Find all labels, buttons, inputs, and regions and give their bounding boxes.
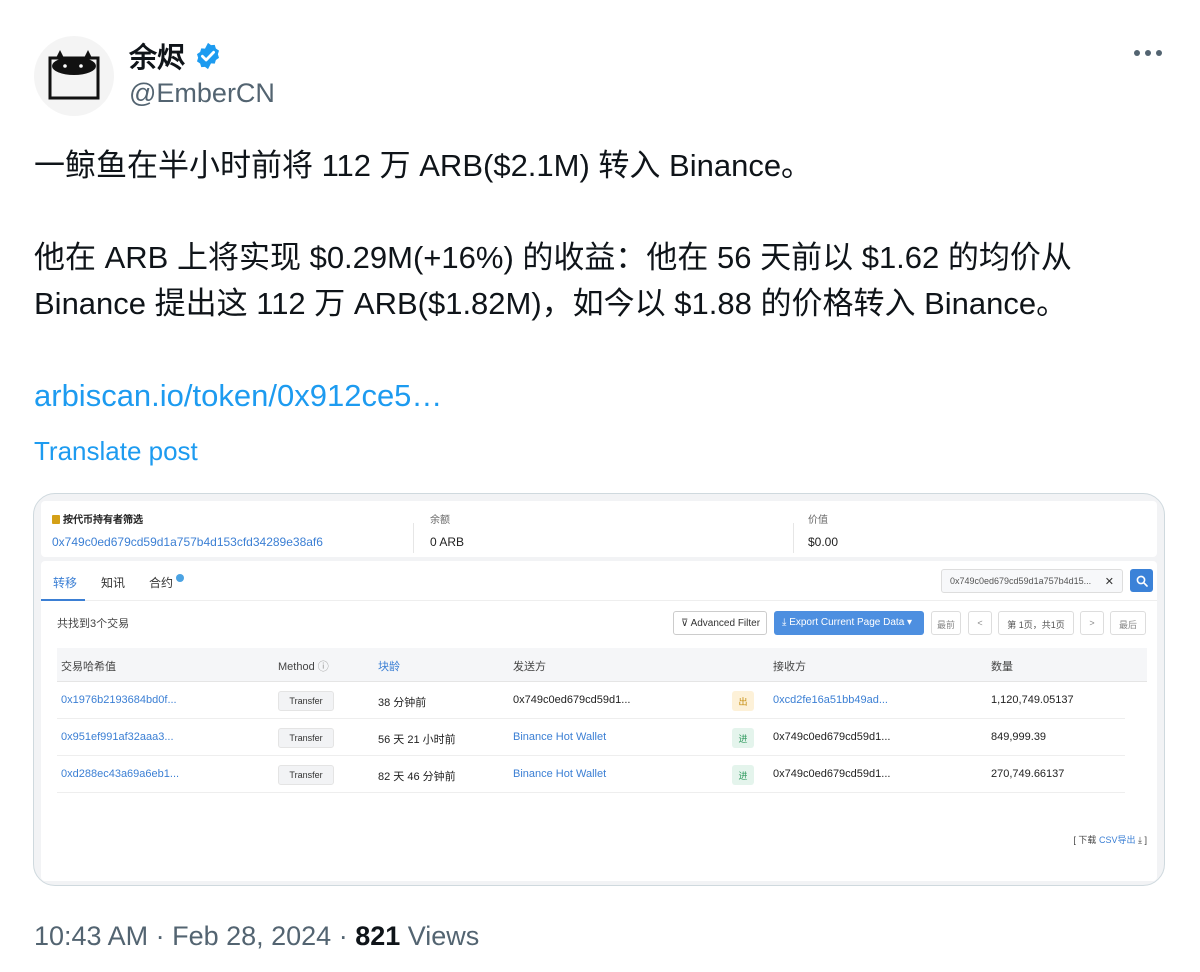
avatar[interactable] [34,36,114,116]
direction-badge: 进 [732,728,754,748]
holder-filter-bar: 按代币持有者筛选 0x749c0ed679cd59d1a757b4d153cfd… [41,501,1157,557]
next-page-button[interactable]: > [1080,611,1104,635]
direction-badge: 进 [732,765,754,785]
balance-column: 余额 0 ARB [430,511,464,549]
tx-hash[interactable]: 0xd288ec43a69a6eb1... [61,768,179,780]
tab-info[interactable]: 知讯 [101,574,125,591]
more-options-icon[interactable] [1134,50,1162,56]
cat-logo-icon [48,50,100,100]
filter-icon: ⊽ [681,618,689,629]
tx-from: 0x749c0ed679cd59d1... [513,694,631,706]
verified-check-icon [176,574,185,582]
info-icon[interactable]: ⓘ [318,661,329,673]
csv-export-link[interactable]: CSV导出 [1099,835,1136,845]
value-label: 价值 [808,515,828,526]
tab-contract-label: 合约 [149,576,174,590]
direction-badge: 出 [732,691,754,711]
display-name[interactable]: 余烬 [129,36,185,76]
csv-suffix: ] [1144,835,1147,845]
tx-to: 0x749c0ed679cd59d1... [773,768,891,780]
advanced-filter-button[interactable]: ⊽ Advanced Filter [673,611,767,635]
search-icon [1136,575,1148,587]
tx-from[interactable]: Binance Hot Wallet [513,768,606,780]
translate-post-link[interactable]: Translate post [34,436,198,467]
tweet-link[interactable]: arbiscan.io/token/0x912ce5… [34,378,442,413]
export-button[interactable]: ⤓ Export Current Page Data ▾ [774,611,924,635]
prev-page-button[interactable]: < [968,611,992,635]
clear-icon[interactable]: ✕ [1105,575,1114,588]
transfers-panel: 转移 知讯 合约 0x749c0ed679cd59d1a757b4d15... … [41,561,1157,881]
chevron-down-icon: ▾ [907,617,913,628]
tx-quantity: 270,749.66137 [991,768,1065,780]
tx-from[interactable]: Binance Hot Wallet [513,731,606,743]
tweet-line-1: 一鲸鱼在半小时前将 112 万 ARB($2.1M) 转入 Binance。 [34,148,813,183]
tag-icon [52,515,60,524]
search-value: 0x749c0ed679cd59d1a757b4d15... [950,576,1092,586]
col-qty: 数量 [991,661,1013,673]
tx-age: 82 天 46 分钟前 [378,771,456,783]
tx-quantity: 1,120,749.05137 [991,694,1074,706]
tx-quantity: 849,999.39 [991,731,1047,743]
col-method: Method ⓘ [278,658,329,674]
download-icon: ⤓ [1137,835,1142,845]
divider [793,523,794,553]
tab-bar: 转移 知讯 合约 0x749c0ed679cd59d1a757b4d15... … [41,561,1157,601]
divider [413,523,414,553]
col-to: 接收方 [773,661,806,673]
tab-transfers[interactable]: 转移 [53,574,77,591]
tweet-line-3: Binance 提出这 112 万 ARB($1.82M)，如今以 $1.88 … [34,286,1068,321]
advanced-filter-label: Advanced Filter [690,618,761,629]
filter-address[interactable]: 0x749c0ed679cd59d1a757b4d153cfd34289e38a… [52,535,323,549]
filter-column: 按代币持有者筛选 0x749c0ed679cd59d1a757b4d153cfd… [52,511,323,549]
author-name-row: 余烬 [129,36,223,76]
download-icon: ⤓ [782,617,787,628]
col-age[interactable]: 块龄 [378,658,400,674]
tx-age: 56 天 21 小时前 [378,734,456,746]
method-badge: Transfer [278,691,334,711]
tx-to: 0x749c0ed679cd59d1... [773,731,891,743]
views-count: 821 [355,921,401,951]
tx-age: 38 分钟前 [378,697,427,709]
method-badge: Transfer [278,765,334,785]
result-count: 共找到3个交易 [57,618,130,630]
table-row: 0x951ef991af32aaa3... Transfer 56 天 21 小… [57,719,1125,756]
table-row: 0x1976b2193684bd0f... Transfer 38 分钟前 0x… [57,682,1125,719]
col-from: 发送方 [513,661,546,673]
col-hash: 交易哈希值 [61,661,116,673]
tx-hash[interactable]: 0x1976b2193684bd0f... [61,694,177,706]
tweet-line-2: 他在 ARB 上将实现 $0.29M(+16%) 的收益：他在 56 天前以 $… [34,240,1072,275]
method-badge: Transfer [278,728,334,748]
embedded-screenshot[interactable]: 按代币持有者筛选 0x749c0ed679cd59d1a757b4d153cfd… [33,493,1165,886]
timestamp[interactable]: 10:43 AM · Feb 28, 2024 · [34,921,355,951]
handle[interactable]: @EmberCN [129,78,275,109]
tweet-text: 一鲸鱼在半小时前将 112 万 ARB($2.1M) 转入 Binance。 他… [34,143,1174,419]
first-page-button[interactable]: 最前 [931,611,961,635]
verified-badge-icon [197,42,220,70]
table-row: 0xd288ec43a69a6eb1... Transfer 82 天 46 分… [57,756,1125,793]
tab-contract[interactable]: 合约 [149,574,185,591]
filter-label: 按代币持有者筛选 [63,515,143,526]
value-value: $0.00 [808,535,839,549]
search-button[interactable] [1130,569,1153,592]
views-label: Views [400,921,480,951]
csv-download: [ 下载 CSV导出 ⤓ ] [1073,833,1147,846]
tx-hash[interactable]: 0x951ef991af32aaa3... [61,731,174,743]
page-indicator: 第 1页，共1页 [998,611,1074,635]
col-method-label: Method [278,661,315,673]
export-label: Export Current Page Data [789,617,905,628]
balance-label: 余额 [430,515,450,526]
table-header: 交易哈希值 Method ⓘ 块龄 发送方 接收方 数量 [57,648,1147,682]
csv-prefix: [ 下载 [1073,835,1097,845]
value-column: 价值 $0.00 [808,511,838,549]
address-search-input[interactable]: 0x749c0ed679cd59d1a757b4d15... ✕ [941,569,1123,593]
last-page-button[interactable]: 最后 [1110,611,1146,635]
active-tab-indicator [41,599,85,601]
tweet-meta: 10:43 AM · Feb 28, 2024 · 821 Views [34,921,479,952]
tx-to[interactable]: 0xcd2fe16a51bb49ad... [773,694,888,706]
balance-value: 0 ARB [430,535,465,549]
